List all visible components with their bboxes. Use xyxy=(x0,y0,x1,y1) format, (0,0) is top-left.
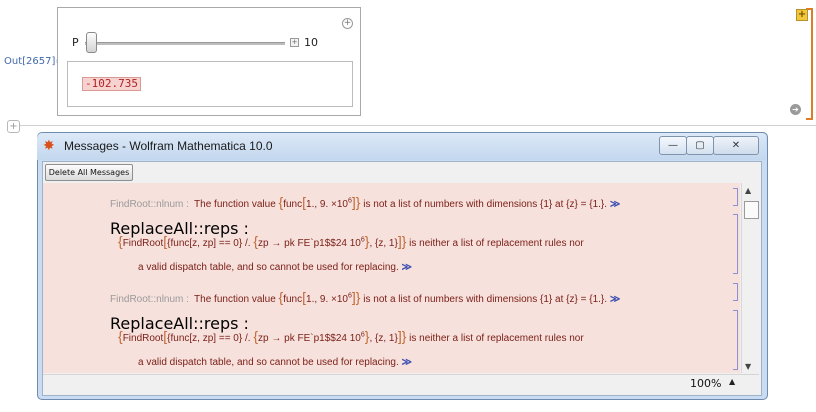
message-expression: func xyxy=(283,294,303,305)
status-bar xyxy=(43,374,759,394)
warning-badge-icon[interactable]: + xyxy=(796,9,808,21)
cell-insertion-line[interactable] xyxy=(20,125,816,126)
zoom-dropdown-icon[interactable]: ▲ xyxy=(729,377,735,386)
message-expression: 1., 9. ×10 xyxy=(306,199,348,210)
message-text: The function value {func[1., 9. ×106]} i… xyxy=(194,194,621,210)
message-text-part: is neither a list of replacement rules n… xyxy=(409,238,584,249)
cell-bracket[interactable] xyxy=(806,8,813,120)
message-expression: zp → pk FE`p1$$24 10 xyxy=(258,333,361,344)
mathematica-spikey-icon: ✸ xyxy=(43,138,55,154)
delete-all-messages-button[interactable]: Delete All Messages xyxy=(45,164,133,181)
more-info-link[interactable]: ≫ xyxy=(402,262,412,273)
message-text-part: The function value xyxy=(194,199,276,210)
slider-value: 10 xyxy=(304,36,318,49)
message-text-line2: a valid dispatch table, and so cannot be… xyxy=(138,262,412,273)
close-button[interactable]: ✕ xyxy=(713,136,759,155)
message-tag: FindRoot::nlnum : xyxy=(110,294,189,305)
message-expression: 1., 9. ×10 xyxy=(306,294,348,305)
message-cell-bracket[interactable] xyxy=(733,188,738,206)
message-text-part: is not a list of numbers with dimensions… xyxy=(363,294,608,305)
zoom-level[interactable]: 100% xyxy=(690,377,721,390)
insert-cell-icon[interactable]: + xyxy=(7,120,20,133)
messages-pane: FindRoot::nlnum : The function value {fu… xyxy=(43,183,740,373)
message-expression: {func[z, zp] == 0} /. xyxy=(167,333,251,344)
output-label: Out[2657]= xyxy=(4,56,64,67)
message-cell-bracket[interactable] xyxy=(733,310,738,370)
message-text-line2: a valid dispatch table, and so cannot be… xyxy=(138,357,412,368)
window-title: Messages - Wolfram Mathematica 10.0 xyxy=(64,139,273,153)
add-control-icon[interactable]: + xyxy=(342,18,353,29)
message-text-part: a valid dispatch table, and so cannot be… xyxy=(138,262,399,273)
message-text-part: The function value xyxy=(194,294,276,305)
message-cell-bracket[interactable] xyxy=(733,214,738,274)
message-cell-bracket[interactable] xyxy=(733,283,738,301)
slider-expand-icon[interactable]: + xyxy=(290,38,299,47)
message-expression: FindRoot xyxy=(122,333,164,344)
message-expression: , {z, 1} xyxy=(369,238,398,249)
slider-track[interactable] xyxy=(85,42,285,45)
scroll-down-icon[interactable]: ▼ xyxy=(745,362,751,371)
message-tag: FindRoot::nlnum : xyxy=(110,199,189,210)
message-text: The function value {func[1., 9. ×106]} i… xyxy=(194,289,621,305)
scroll-up-icon[interactable]: ▲ xyxy=(745,186,751,195)
message-expression: zp → pk FE`p1$$24 10 xyxy=(258,238,361,249)
message-entry: FindRoot::nlnum : The function value {fu… xyxy=(110,287,620,306)
slider-label: P xyxy=(72,36,79,49)
maximize-button[interactable]: ▢ xyxy=(686,136,714,155)
more-info-link[interactable]: ≫ xyxy=(610,199,620,210)
message-text: {FindRoot[{func[z, zp] == 0} /. {zp → pk… xyxy=(118,328,584,344)
more-info-link[interactable]: ≫ xyxy=(402,357,412,368)
message-expression: func xyxy=(283,199,303,210)
message-expression: {func[z, zp] == 0} /. xyxy=(167,238,251,249)
slider-thumb[interactable] xyxy=(86,32,97,53)
scroll-thumb[interactable] xyxy=(744,201,759,219)
message-text-part: is neither a list of replacement rules n… xyxy=(409,333,584,344)
more-info-link[interactable]: ≫ xyxy=(610,294,620,305)
message-expression: , {z, 1} xyxy=(369,333,398,344)
minimize-button[interactable]: — xyxy=(659,136,687,155)
message-entry: FindRoot::nlnum : The function value {fu… xyxy=(110,192,620,211)
next-arrow-icon[interactable]: ➔ xyxy=(790,104,801,115)
message-text: {FindRoot[{func[z, zp] == 0} /. {zp → pk… xyxy=(118,233,584,249)
message-expression: FindRoot xyxy=(122,238,164,249)
message-text-part: is not a list of numbers with dimensions… xyxy=(363,199,608,210)
message-text-part: a valid dispatch table, and so cannot be… xyxy=(138,357,399,368)
result-value: -102.735 xyxy=(82,77,141,91)
